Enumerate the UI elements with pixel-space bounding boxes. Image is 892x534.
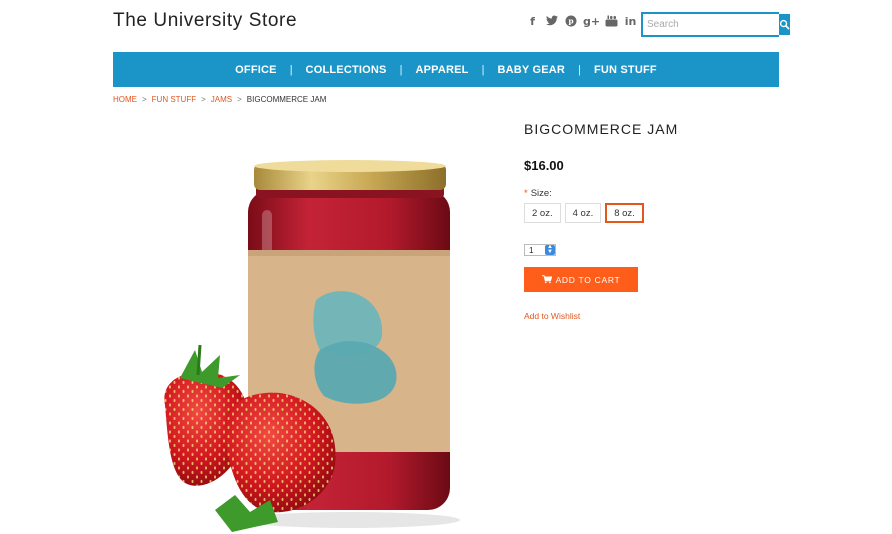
size-option-4oz[interactable]: 4 oz. [564, 203, 602, 223]
breadcrumb-separator: > [201, 95, 206, 104]
nav-item-fun-stuff[interactable]: FUN STUFF [594, 64, 657, 76]
breadcrumb-jams[interactable]: JAMS [211, 95, 232, 104]
required-marker: * [524, 188, 528, 199]
size-option-2oz[interactable]: 2 oz. [524, 203, 561, 223]
nav-separator: | [578, 63, 581, 76]
svg-text:p: p [568, 17, 573, 26]
product-price: $16.00 [524, 158, 564, 173]
nav-separator: | [289, 63, 293, 76]
size-label-text: Size: [530, 188, 552, 199]
breadcrumb: HOME > FUN STUFF > JAMS > BIGCOMMERCE JA… [113, 95, 326, 104]
breadcrumb-fun-stuff[interactable]: FUN STUFF [152, 95, 196, 104]
product-title: BIGCOMMERCE JAM [524, 121, 679, 137]
nav-item-baby-gear[interactable]: BABY GEAR [497, 64, 565, 76]
search-input[interactable] [643, 14, 779, 35]
breadcrumb-current: BIGCOMMERCE JAM [246, 95, 327, 104]
search-box [641, 12, 790, 37]
twitter-icon[interactable] [545, 15, 558, 28]
product-image[interactable] [140, 150, 460, 534]
quantity-stepper[interactable]: 1 ▲ ▼ [524, 244, 556, 256]
search-icon [779, 19, 790, 30]
pinterest-icon[interactable]: p [564, 15, 577, 28]
cart-icon [541, 275, 552, 284]
search-button[interactable] [779, 14, 790, 35]
add-to-wishlist-link[interactable]: Add to Wishlist [524, 311, 580, 321]
breadcrumb-separator: > [237, 95, 242, 104]
social-links: f p g+ in [526, 15, 637, 28]
youtube-icon[interactable] [605, 15, 618, 28]
size-option-8oz[interactable]: 8 oz. [605, 203, 644, 223]
add-to-cart-label: ADD TO CART [555, 274, 621, 285]
size-label: * Size: [524, 188, 552, 199]
linkedin-icon[interactable]: in [624, 15, 637, 28]
nav-item-office[interactable]: OFFICE [235, 64, 277, 76]
spinner-icon[interactable]: ▲ ▼ [545, 244, 555, 255]
facebook-icon[interactable]: f [526, 15, 539, 28]
main-nav: OFFICE | COLLECTIONS | APPAREL | BABY GE… [113, 52, 779, 87]
size-options: 2 oz. 4 oz. 8 oz. [524, 203, 644, 223]
breadcrumb-home[interactable]: HOME [113, 95, 137, 104]
nav-item-collections[interactable]: COLLECTIONS [306, 64, 387, 76]
quantity-value: 1 [529, 245, 534, 255]
breadcrumb-separator: > [142, 95, 147, 104]
nav-separator: | [481, 63, 485, 76]
nav-separator: | [399, 63, 403, 76]
add-to-cart-button[interactable]: ADD TO CART [524, 267, 638, 292]
google-plus-icon[interactable]: g+ [583, 15, 600, 28]
nav-item-apparel[interactable]: APPAREL [415, 64, 468, 76]
store-title[interactable]: The University Store [113, 10, 297, 32]
